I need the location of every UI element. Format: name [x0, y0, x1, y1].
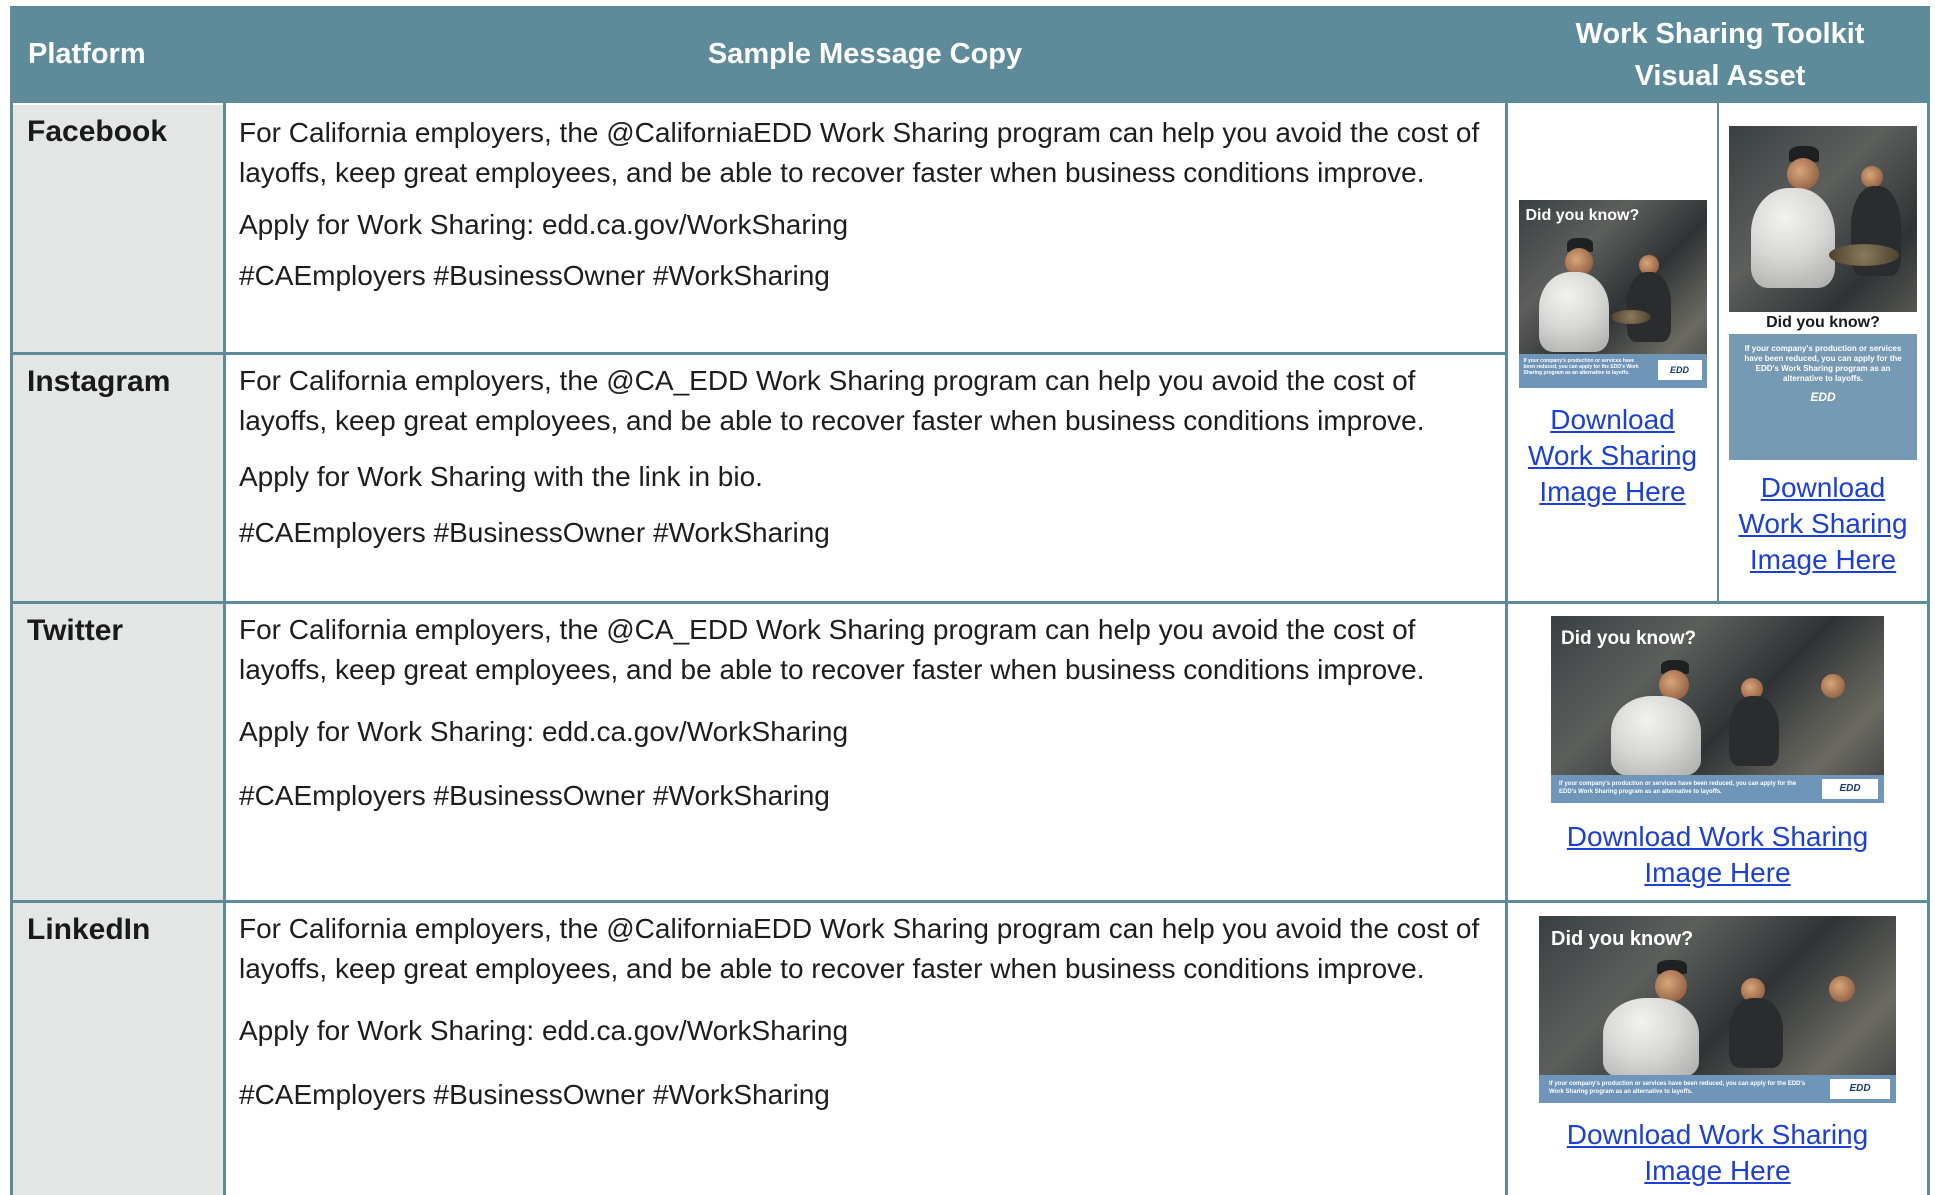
- edd-logo: EDD: [1822, 779, 1878, 799]
- download-link-line[interactable]: Image Here: [1508, 855, 1927, 891]
- copy-cell-facebook: For California employers, the @Californi…: [239, 113, 1499, 296]
- image-caption-band: If your company's production or services…: [1539, 1075, 1896, 1103]
- download-link-line[interactable]: Work Sharing: [1508, 438, 1717, 474]
- copy-cell-linkedin: For California employers, the @Californi…: [239, 909, 1499, 1115]
- download-link-line[interactable]: Image Here: [1508, 1153, 1927, 1189]
- chef-head-2: [1861, 166, 1883, 188]
- chef-body-2: [1626, 272, 1671, 342]
- platform-cell-twitter: Twitter: [10, 604, 223, 901]
- copy-apply: Apply for Work Sharing with the link in …: [239, 461, 763, 492]
- edd-logo: EDD: [1657, 360, 1702, 380]
- image-heading: Did you know?: [1729, 312, 1917, 334]
- copy-hashtags: #CAEmployers #BusinessOwner #WorkSharing: [239, 260, 830, 291]
- copy-hashtags: #CAEmployers #BusinessOwner #WorkSharing: [239, 517, 830, 548]
- asset-tall: Did you know? If your company's producti…: [1719, 126, 1927, 578]
- image-caption: If your company's production or services…: [1559, 781, 1797, 795]
- tall-image[interactable]: Did you know? If your company's producti…: [1729, 126, 1917, 460]
- image-caption: If your company's production or services…: [1744, 344, 1902, 383]
- platform-label: Instagram: [27, 365, 171, 398]
- download-link-line[interactable]: Download: [1508, 402, 1717, 438]
- chef-head-3: [1821, 674, 1845, 698]
- download-link-line[interactable]: Download Work Sharing: [1508, 1117, 1927, 1153]
- asset-square: Did you know? If your company's producti…: [1508, 200, 1717, 510]
- copy-apply: Apply for Work Sharing: edd.ca.gov/WorkS…: [239, 716, 849, 747]
- edd-logo: EDD: [1830, 1079, 1890, 1099]
- copy-body: For California employers, the @CA_EDD Wo…: [239, 614, 1425, 685]
- edd-logo: EDD: [1810, 390, 1836, 404]
- image-caption: If your company's production or services…: [1549, 1081, 1806, 1095]
- pan: [1610, 310, 1651, 324]
- image-heading: Did you know?: [1525, 207, 1640, 224]
- table-header: Platform Sample Message Copy Work Sharin…: [10, 6, 1930, 103]
- border-row2: [10, 601, 1930, 604]
- download-link-line[interactable]: Image Here: [1719, 542, 1927, 578]
- image-caption: If your company's production or services…: [1523, 358, 1639, 376]
- chef-body: [1538, 272, 1609, 352]
- chef-body: [1603, 998, 1699, 1078]
- wide-image[interactable]: Did you know? If your company's producti…: [1539, 916, 1896, 1103]
- chef-head: [1787, 158, 1819, 190]
- border-right: [1927, 103, 1930, 1195]
- image-heading: Did you know?: [1561, 628, 1697, 649]
- border-platform: [223, 103, 226, 1195]
- copy-body: For California employers, the @Californi…: [239, 913, 1480, 984]
- image-caption-band: If your company's production or services…: [1551, 775, 1884, 803]
- platform-cell-instagram: Instagram: [10, 355, 223, 602]
- square-image[interactable]: Did you know? If your company's producti…: [1518, 200, 1707, 388]
- pan: [1829, 244, 1899, 266]
- download-link-linkedin[interactable]: Download Work Sharing Image Here: [1508, 1117, 1927, 1189]
- chef-body: [1751, 188, 1835, 288]
- copy-body: For California employers, the @CA_EDD Wo…: [239, 365, 1425, 436]
- copy-hashtags: #CAEmployers #BusinessOwner #WorkSharing: [239, 1079, 830, 1110]
- asset-wide-twitter: Did you know? If your company's producti…: [1508, 616, 1927, 891]
- copy-body: For California employers, the @Californi…: [239, 117, 1480, 188]
- header-asset-line1: Work Sharing Toolkit: [1575, 17, 1865, 50]
- download-link-line[interactable]: Download Work Sharing: [1508, 819, 1927, 855]
- header-asset: Work Sharing Toolkit Visual Asset: [1510, 6, 1930, 103]
- image-caption-band: If your company's production or services…: [1518, 354, 1707, 388]
- chef-head-3: [1829, 976, 1855, 1002]
- asset-wide-linkedin: Did you know? If your company's producti…: [1508, 916, 1927, 1189]
- platform-cell-linkedin: LinkedIn: [10, 903, 223, 1195]
- download-link-tall[interactable]: Download Work Sharing Image Here: [1719, 470, 1927, 578]
- download-link-square[interactable]: Download Work Sharing Image Here: [1508, 402, 1717, 510]
- border-row1: [10, 352, 1508, 355]
- download-link-line[interactable]: Work Sharing: [1719, 506, 1927, 542]
- border-row3: [10, 900, 1930, 903]
- chef-body-2: [1729, 696, 1779, 766]
- platform-label: Facebook: [27, 115, 168, 148]
- copy-hashtags: #CAEmployers #BusinessOwner #WorkSharing: [239, 780, 830, 811]
- platform-label: LinkedIn: [27, 913, 151, 946]
- border-left: [10, 103, 13, 1195]
- image-heading: Did you know?: [1551, 928, 1694, 950]
- copy-cell-twitter: For California employers, the @CA_EDD Wo…: [239, 610, 1499, 816]
- copy-apply: Apply for Work Sharing: edd.ca.gov/WorkS…: [239, 209, 849, 240]
- platform-label: Twitter: [27, 614, 124, 647]
- header-copy: Sample Message Copy: [707, 38, 1023, 70]
- wide-image[interactable]: Did you know? If your company's producti…: [1551, 616, 1884, 803]
- header-platform: Platform: [28, 38, 146, 70]
- chef-body-2: [1729, 998, 1783, 1068]
- download-link-line[interactable]: Image Here: [1508, 474, 1717, 510]
- image-caption-band: If your company's production or services…: [1729, 334, 1917, 460]
- header-asset-line2: Visual Asset: [1634, 59, 1806, 92]
- download-link-twitter[interactable]: Download Work Sharing Image Here: [1508, 819, 1927, 891]
- copy-apply: Apply for Work Sharing: edd.ca.gov/WorkS…: [239, 1015, 849, 1046]
- copy-cell-instagram: For California employers, the @CA_EDD Wo…: [239, 361, 1499, 553]
- download-link-line[interactable]: Download: [1719, 470, 1927, 506]
- chef-body: [1611, 696, 1701, 776]
- platform-cell-facebook: Facebook: [10, 105, 223, 353]
- toolkit-table: Platform Sample Message Copy Work Sharin…: [10, 6, 1930, 1195]
